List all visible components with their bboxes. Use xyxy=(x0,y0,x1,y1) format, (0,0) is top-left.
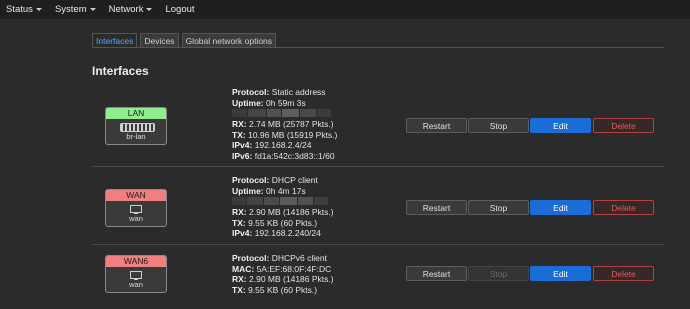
tx-label: TX: xyxy=(232,217,246,228)
interface-row-wan: WAN wan Protocol: DHCP client Uptime: 0h… xyxy=(92,167,664,245)
protocol-value: Static address xyxy=(271,87,326,97)
chevron-down-icon xyxy=(89,7,96,11)
tab-divider xyxy=(92,47,664,48)
ipv4-label: IPv4: xyxy=(232,140,253,150)
protocol-value: DHCPv6 client xyxy=(271,253,327,263)
ipv6-value: fd1a:542c:3d83::1/60 xyxy=(254,150,335,161)
protocol-line: Protocol: Static address xyxy=(232,87,337,98)
chevron-down-icon xyxy=(146,7,153,11)
rx-label: RX: xyxy=(232,119,247,129)
uptime-label: Uptime: xyxy=(232,185,264,196)
menu-status[interactable]: Status xyxy=(6,4,42,15)
restart-button[interactable]: Restart xyxy=(406,200,467,215)
tx-value: 9.55 KB (60 Pkts.) xyxy=(248,217,318,228)
redacted-mac-bar xyxy=(232,197,334,205)
interface-info-wan: Protocol: DHCP client Uptime: 0h 4m 17s … xyxy=(232,175,334,239)
rx-line: RX: 2.74 MB (25787 Pkts.) xyxy=(232,119,337,130)
menu-logout[interactable]: Logout xyxy=(165,4,194,15)
tab-devices[interactable]: Devices xyxy=(140,33,179,48)
rx-label: RX: xyxy=(232,207,247,217)
stop-button: Stop xyxy=(468,266,529,281)
interface-info-lan: Protocol: Static address Uptime: 0h 59m … xyxy=(232,87,337,161)
uptime-label: Uptime: xyxy=(232,97,264,108)
rx-label: RX: xyxy=(232,274,247,284)
restart-button[interactable]: Restart xyxy=(406,118,467,133)
stop-button[interactable]: Stop xyxy=(468,118,529,133)
badge-body: wan xyxy=(106,267,166,292)
edit-button[interactable]: Edit xyxy=(530,200,591,215)
restart-button[interactable]: Restart xyxy=(406,266,467,281)
interface-device: wan xyxy=(129,214,143,223)
protocol-line: Protocol: DHCPv6 client xyxy=(232,253,334,264)
protocol-line: Protocol: DHCP client xyxy=(232,175,334,186)
ipv4-value: 192.168.2.4/24 xyxy=(254,140,312,150)
tx-line: TX: 9.55 KB (60 Pkts.) xyxy=(232,285,334,296)
stop-button[interactable]: Stop xyxy=(468,200,529,215)
rx-line: RX: 2.90 MB (14186 Pkts.) xyxy=(232,207,334,218)
tab-global-network-options[interactable]: Global network options xyxy=(181,33,277,48)
ipv4-line: IPv4: 192.168.2.4/24 xyxy=(232,140,337,151)
chevron-down-icon xyxy=(35,7,42,11)
tx-line: TX: 10.96 MB (15919 Pkts.) xyxy=(232,130,337,141)
interface-name: WAN xyxy=(106,190,166,201)
mac-label: MAC: xyxy=(232,263,255,274)
uptime-value: 0h 4m 17s xyxy=(266,185,306,196)
tx-value: 9.55 KB (60 Pkts.) xyxy=(248,284,318,295)
badge-body: wan xyxy=(106,201,166,226)
tab-bar: Interfaces Devices Global network option… xyxy=(92,33,279,48)
tx-line: TX: 9.55 KB (60 Pkts.) xyxy=(232,218,334,229)
ipv4-value: 192.168.2.240/24 xyxy=(254,228,321,238)
interface-device: br-lan xyxy=(126,132,146,141)
uptime-line: Uptime: 0h 4m 17s xyxy=(232,186,334,197)
interface-row-lan: LAN br-lan Protocol: Static address Upti… xyxy=(92,82,664,167)
tab-interfaces[interactable]: Interfaces xyxy=(92,33,138,48)
mac-line: MAC: 5A:EF:68:0F:4F:DC xyxy=(232,264,334,275)
interface-name: LAN xyxy=(106,108,166,119)
network-port-icon xyxy=(130,271,142,280)
protocol-label: Protocol: xyxy=(232,175,270,185)
menu-system-label: System xyxy=(54,4,87,15)
rx-value: 2.90 MB (14186 Pkts.) xyxy=(249,207,334,217)
ipv6-line: IPv6: fd1a:542c:3d83::1/60 xyxy=(232,151,337,162)
interface-device: wan xyxy=(129,280,143,289)
rx-line: RX: 2.90 MB (14186 Pkts.) xyxy=(232,274,334,285)
tx-value: 10.96 MB (15919 Pkts.) xyxy=(248,129,338,140)
menu-system[interactable]: System xyxy=(55,4,96,15)
top-navigation-bar: Status System Network Logout xyxy=(0,0,690,19)
protocol-value: DHCP client xyxy=(271,175,318,185)
delete-button[interactable]: Delete xyxy=(593,266,654,281)
bridge-icon xyxy=(120,123,155,132)
mac-value: 5A:EF:68:0F:4F:DC xyxy=(256,263,332,274)
delete-button[interactable]: Delete xyxy=(593,200,654,215)
delete-button[interactable]: Delete xyxy=(593,118,654,133)
redacted-mac-bar xyxy=(232,109,337,117)
interface-row-wan6: WAN6 wan Protocol: DHCPv6 client MAC: 5A… xyxy=(92,245,664,309)
interface-info-wan6: Protocol: DHCPv6 client MAC: 5A:EF:68:0F… xyxy=(232,253,334,295)
menu-network-label: Network xyxy=(108,4,144,15)
tx-label: TX: xyxy=(232,129,246,140)
badge-body: br-lan xyxy=(106,119,166,144)
interface-badge-wan6: WAN6 wan xyxy=(105,255,167,293)
interface-name: WAN6 xyxy=(106,256,166,267)
ipv6-label: IPv6: xyxy=(232,150,253,161)
ipv4-label: IPv4: xyxy=(232,228,253,238)
tx-label: TX: xyxy=(232,284,246,295)
interface-badge-lan: LAN br-lan xyxy=(105,107,167,145)
uptime-line: Uptime: 0h 59m 3s xyxy=(232,98,337,109)
rx-value: 2.90 MB (14186 Pkts.) xyxy=(249,274,334,284)
edit-button[interactable]: Edit xyxy=(530,266,591,281)
protocol-label: Protocol: xyxy=(232,253,270,263)
network-port-icon xyxy=(130,205,142,214)
edit-button[interactable]: Edit xyxy=(530,118,591,133)
protocol-label: Protocol: xyxy=(232,87,270,97)
uptime-value: 0h 59m 3s xyxy=(266,97,306,108)
rx-value: 2.74 MB (25787 Pkts.) xyxy=(249,119,334,129)
menu-network[interactable]: Network xyxy=(109,4,153,15)
ipv4-line: IPv4: 192.168.2.240/24 xyxy=(232,228,334,239)
page-title: Interfaces xyxy=(92,64,149,78)
menu-status-label: Status xyxy=(6,4,33,15)
interface-badge-wan: WAN wan xyxy=(105,189,167,227)
